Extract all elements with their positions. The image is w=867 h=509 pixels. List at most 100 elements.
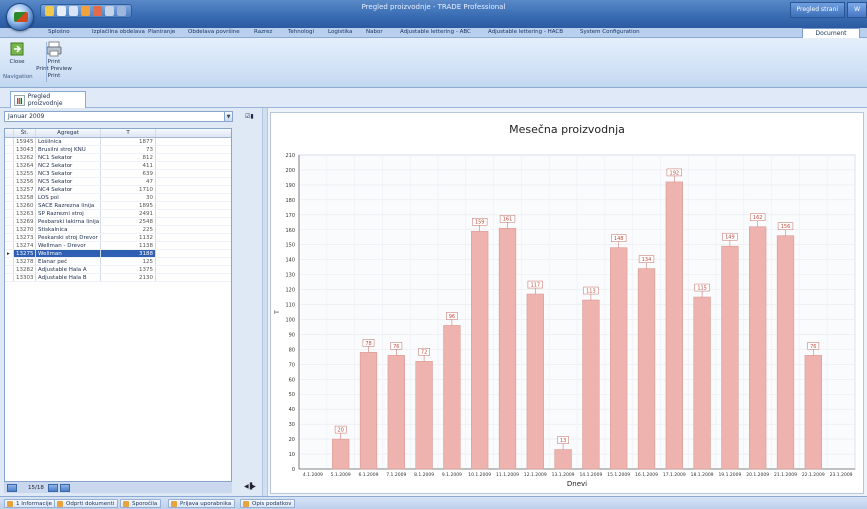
y-tick-label: 90 (289, 332, 295, 338)
page-preview-button[interactable]: Pregled strani (789, 2, 846, 18)
data-label: 13 (560, 438, 566, 444)
table-row[interactable]: 13282 Adjustable Hala A 1375 (5, 266, 231, 274)
tab-cutting[interactable]: Razrez (254, 29, 272, 35)
tab-production-overview[interactable]: Pregled proizvodnje (10, 91, 86, 108)
y-tick-label: 160 (285, 228, 295, 234)
table-row[interactable]: 13269 Pesbarski lakirna linija 2548 (5, 218, 231, 226)
chart-toggle-icon[interactable]: ☑▮ (245, 113, 254, 120)
cell-t: 1895 (101, 202, 156, 209)
chart-bar (665, 181, 683, 470)
table-row[interactable]: 13262 NC1 Sekator 812 (5, 154, 231, 162)
cell-t: 1877 (101, 138, 156, 145)
chart-bar (443, 325, 461, 470)
column-header-aggregate[interactable]: Agregat (36, 129, 101, 137)
status-info[interactable]: 1 Informacije (4, 499, 57, 508)
tab-payment[interactable]: Izplačilna obdelava (92, 29, 145, 35)
data-label: 115 (697, 285, 707, 291)
title-right-buttons: Pregled strani W (789, 2, 867, 18)
x-tick-label: 14.1.2009 (579, 472, 602, 478)
table-row[interactable]: 13258 LOS pol 30 (5, 194, 231, 202)
scroll-arrows-icon[interactable]: ◀▐▶ (244, 483, 256, 490)
row-indicator (5, 146, 14, 153)
x-tick-label: 15.1.2009 (607, 472, 630, 478)
data-label: 156 (781, 224, 791, 230)
table-row[interactable]: 15945 Lošilnica 1877 (5, 138, 231, 146)
cell-aggregate: Wellman (36, 250, 101, 257)
y-tick-label: 180 (285, 198, 295, 204)
tab-document[interactable]: Document (802, 28, 860, 38)
close-button[interactable]: Close (2, 41, 32, 66)
cell-aggregate: Stiskalnica (36, 226, 101, 233)
y-tick-label: 190 (285, 183, 295, 189)
tab-logistics[interactable]: Logistika (328, 29, 352, 35)
cell-number: 13262 (14, 154, 36, 161)
grid-header: Št. Agregat T (5, 129, 231, 138)
row-indicator (5, 162, 14, 169)
table-row[interactable]: ▸ 13275 Wellman 3188 (5, 250, 231, 258)
chart-bar (471, 230, 489, 470)
ribbon-tab-bar: Splošno Izplačilna obdelava Planiranje O… (0, 28, 867, 38)
table-row[interactable]: 13270 Stiskalnica 225 (5, 226, 231, 234)
tab-technology[interactable]: Tehnologi (288, 29, 314, 35)
y-tick-label: 80 (289, 347, 295, 353)
x-tick-label: 4.1.2009 (303, 472, 323, 478)
table-row[interactable]: 13303 Adjustable Hala B 2130 (5, 274, 231, 282)
x-tick-label: 21.1.2009 (774, 472, 797, 478)
tab-order[interactable]: Nabor (366, 29, 383, 35)
tab-planning[interactable]: Planiranje (148, 29, 175, 35)
row-indicator (5, 218, 14, 225)
chart-bar (749, 226, 767, 470)
cell-aggregate: Pesbarski lakirna linija (38, 218, 101, 225)
cell-number: 13278 (14, 258, 36, 265)
app-menu-button[interactable] (6, 3, 34, 31)
row-indicator (5, 210, 14, 217)
column-header-number[interactable]: Št. (14, 129, 36, 137)
table-row[interactable]: 13264 NC2 Sekator 411 (5, 162, 231, 170)
table-row[interactable]: 13256 NC5 Sekator 47 (5, 178, 231, 186)
cell-number: 13269 (14, 218, 36, 225)
cell-aggregate: Elanar peč (36, 258, 101, 265)
status-open-docs[interactable]: Odprti dokumenti (54, 499, 119, 508)
table-row[interactable]: 13278 Elanar peč 125 (5, 258, 231, 266)
table-row[interactable]: 13260 SACE Razrezna linija 1895 (5, 202, 231, 210)
cell-number: 13274 (14, 242, 36, 249)
table-row[interactable]: 13274 Wellman - Drevor 1138 (5, 242, 231, 250)
tab-adjust-abc[interactable]: Adjustable lettering - ABC (400, 29, 471, 35)
data-label: 113 (586, 288, 596, 294)
cell-aggregate: Peskarski stroj Drevor (36, 234, 101, 241)
chevron-down-icon[interactable]: ▼ (224, 111, 233, 122)
tab-adjust-hacb[interactable]: Adjustable lettering - HACB (488, 29, 563, 35)
column-header-t[interactable]: T (101, 129, 156, 137)
first-record-icon[interactable] (7, 484, 17, 492)
chart-bar (637, 268, 656, 470)
status-user-login[interactable]: Prijava uporabnika (168, 499, 236, 508)
period-select[interactable]: Januar 2009 (4, 111, 232, 122)
chart-bar (554, 449, 572, 470)
chart-bar (693, 296, 711, 470)
tab-system-config[interactable]: System Configuration (580, 29, 640, 35)
data-label: 20 (338, 427, 344, 433)
x-tick-label: 22.1.2009 (802, 472, 825, 478)
status-data-desc[interactable]: Opis podatkov (240, 499, 296, 508)
next-record-icon[interactable] (60, 484, 70, 492)
status-messages[interactable]: Sporočila (120, 499, 162, 508)
prev-record-icon[interactable] (48, 484, 58, 492)
table-row[interactable]: 13257 NC4 Sekator 1710 (5, 186, 231, 194)
table-row[interactable]: 13043 Brusilni stroj KNU 73 (5, 146, 231, 154)
print-preview-button[interactable]: Print Print Preview Print (36, 41, 72, 80)
table-row[interactable]: 13273 Peskarski stroj Drevor 1132 (5, 234, 231, 242)
printer-icon (46, 41, 62, 57)
y-tick-label: 210 (285, 153, 295, 159)
row-indicator (5, 266, 14, 273)
table-row[interactable]: 13255 NC3 Sekator 639 (5, 170, 231, 178)
data-label: 192 (670, 170, 680, 176)
panel-splitter[interactable] (262, 108, 268, 496)
status-bar: 1 Informacije Odprti dokumenti Sporočila… (0, 496, 867, 509)
tab-general[interactable]: Splošno (48, 29, 70, 35)
tab-surface[interactable]: Obdelava površine (188, 29, 240, 35)
window-control-button[interactable]: W (847, 2, 867, 18)
table-row[interactable]: 13263 SP Razrezni stroj 2491 (5, 210, 231, 218)
cell-number: 15945 (14, 138, 36, 145)
x-tick-label: 9.1.2009 (442, 472, 462, 478)
y-tick-label: 10 (289, 452, 295, 458)
